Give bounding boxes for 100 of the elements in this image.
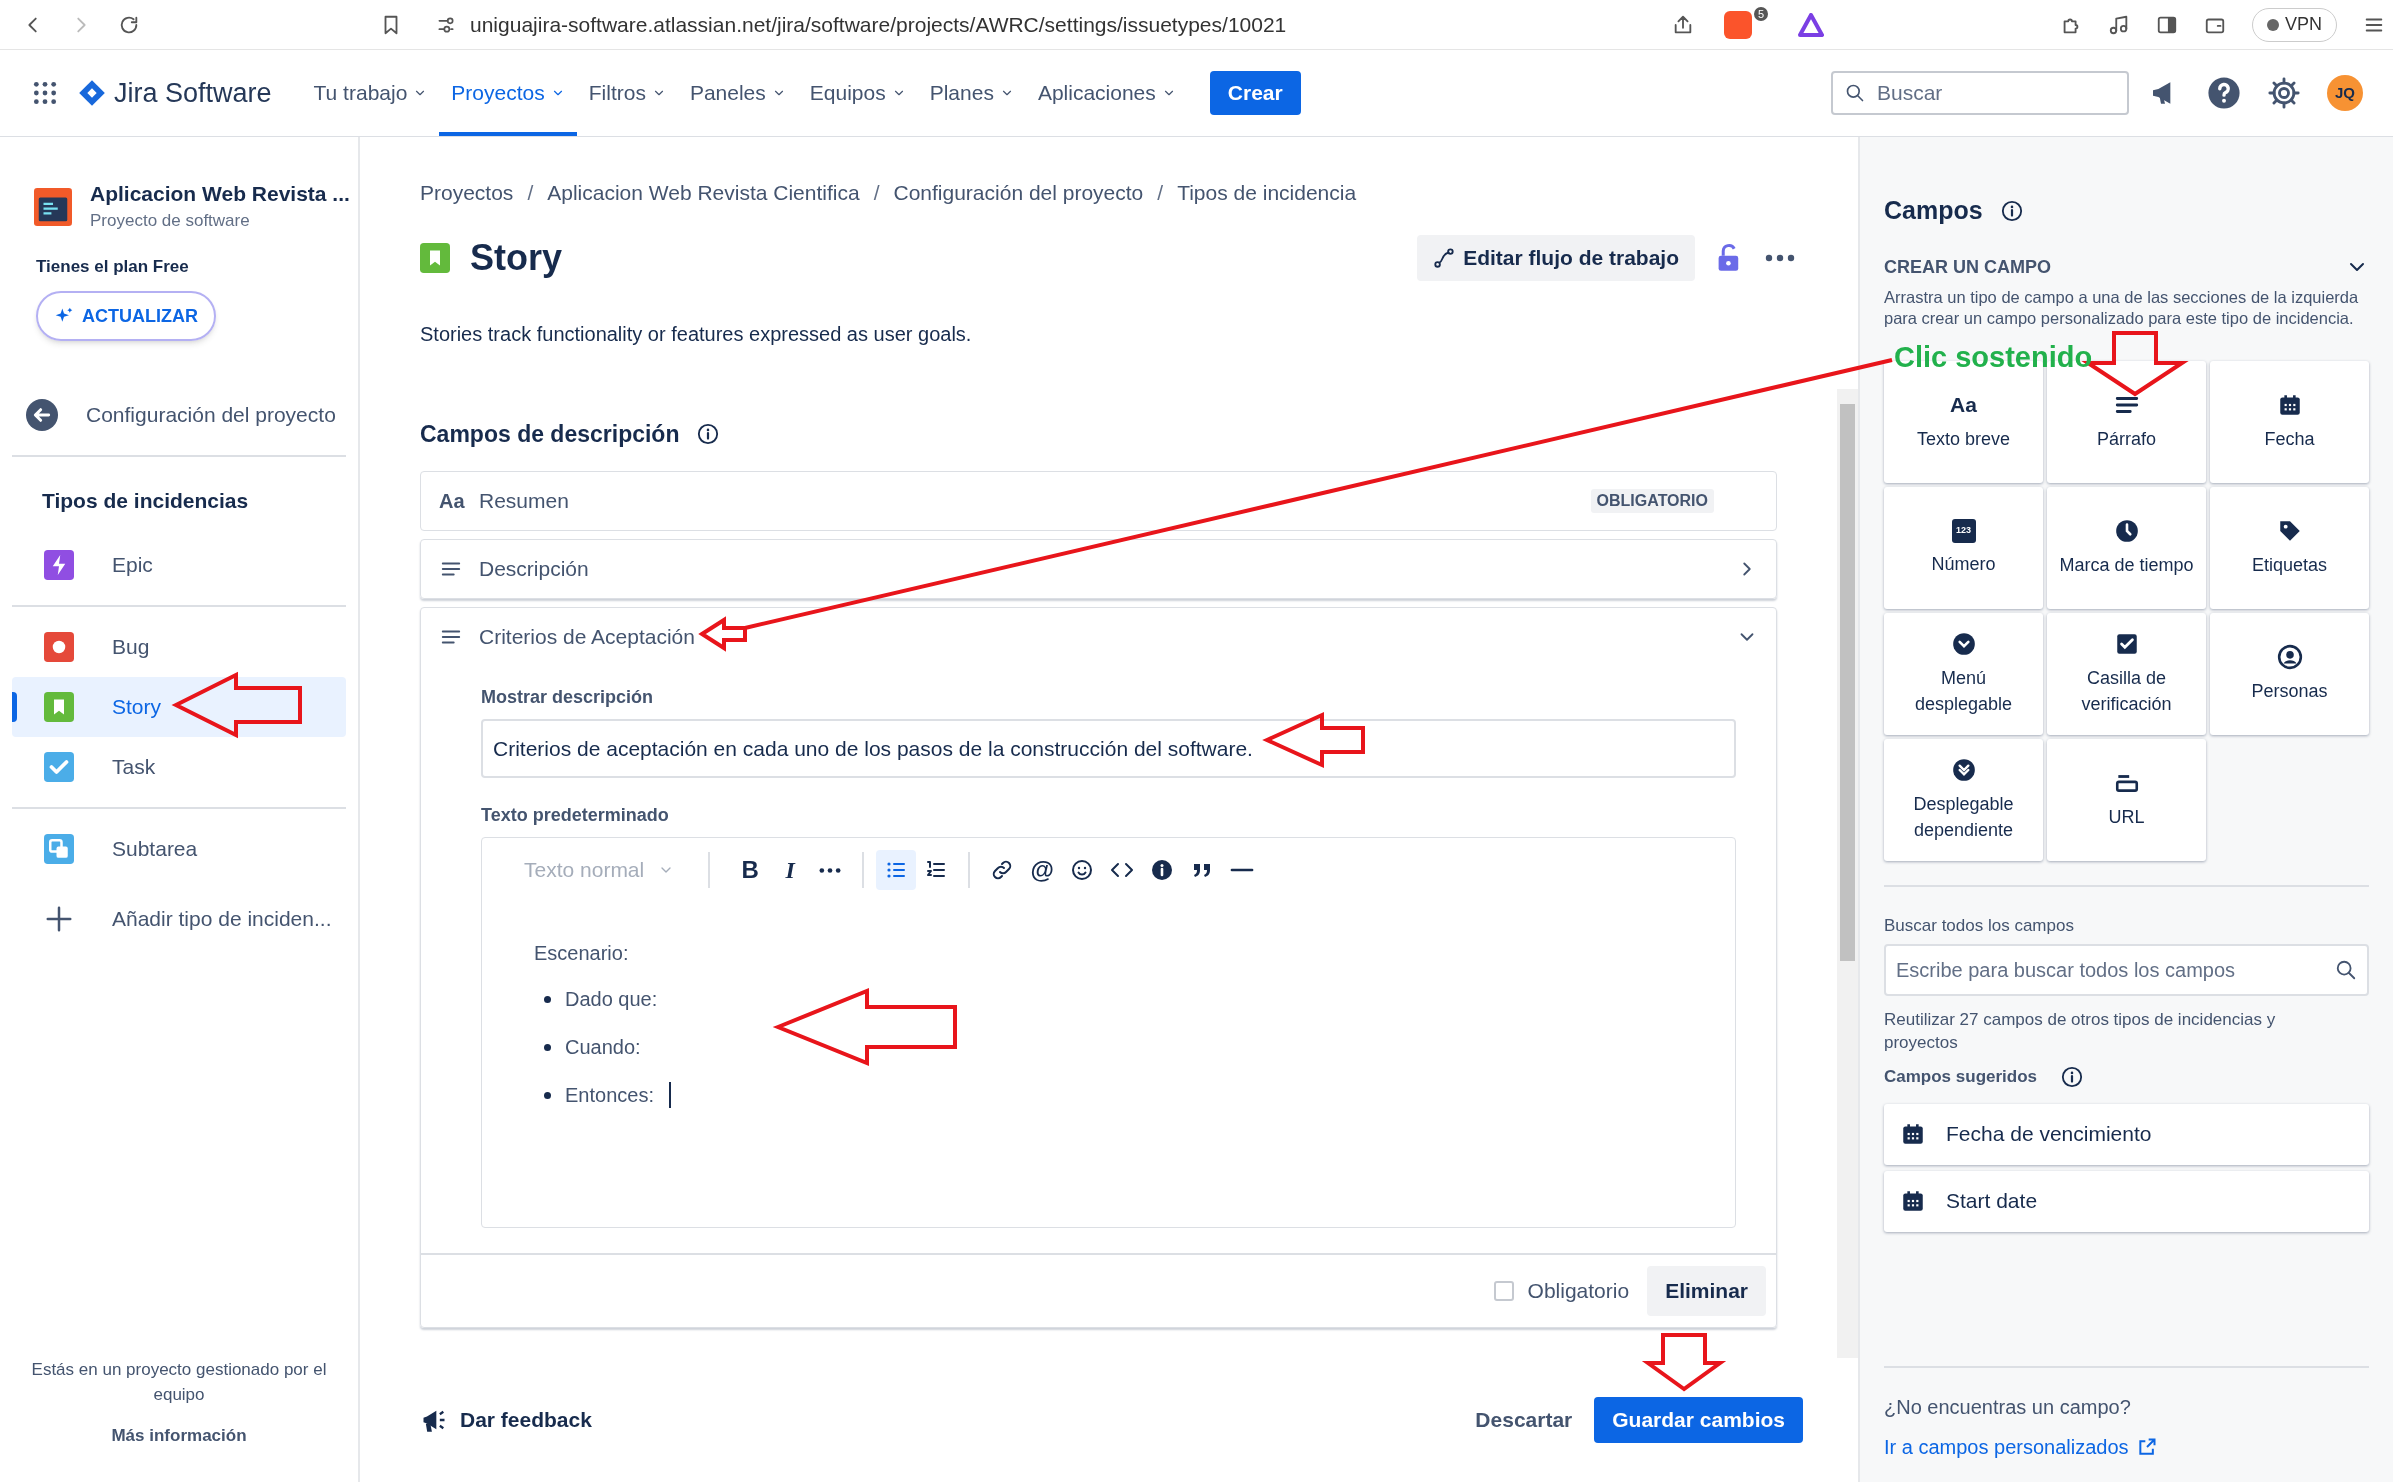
edit-workflow-button[interactable]: Editar flujo de trabajo	[1417, 234, 1695, 281]
nav-menu[interactable]: Proyectos	[439, 50, 577, 136]
scrollbar[interactable]	[1837, 389, 1858, 1358]
add-issue-type-item[interactable]: Añadir tipo de inciden...	[12, 888, 346, 949]
badge: 5	[1753, 6, 1768, 21]
bold-button[interactable]: B	[730, 850, 771, 890]
settings-icon[interactable]	[2267, 76, 2301, 110]
breadcrumb-link[interactable]: Tipos de incidencia	[1177, 177, 1357, 209]
mention-button[interactable]: @	[1022, 850, 1063, 890]
description-field[interactable]: Criterios de aceptación en cada uno de los pasos de la construcción del software.	[481, 719, 1736, 778]
section-heading: Campos sugeridos	[1884, 1066, 2038, 1088]
nav-menu[interactable]: Filtros	[576, 50, 678, 136]
nav-menu[interactable]: Paneles	[677, 50, 798, 136]
field-label: Descripción	[479, 556, 589, 583]
app-switcher-icon[interactable]	[32, 80, 58, 106]
feedback-link[interactable]: Dar feedback	[420, 1404, 592, 1436]
calendar-icon	[1900, 1188, 1926, 1214]
field-type-tile[interactable]: Menú desplegable	[1884, 612, 2043, 735]
search-field[interactable]: Buscar	[1831, 71, 2129, 115]
save-button[interactable]: Guardar cambios	[1594, 1397, 1803, 1443]
selection-indicator	[12, 691, 17, 722]
field-type-tile[interactable]: Fecha	[2210, 360, 2369, 483]
field-type-tile[interactable]: Marca de tiempo	[2047, 486, 2206, 609]
discard-button[interactable]: Descartar	[1465, 1397, 1583, 1443]
bullet-text: Cuando:	[565, 1035, 641, 1060]
issue-type-item[interactable]: Bug	[12, 616, 346, 677]
breadcrumb-link[interactable]: Proyectos	[420, 177, 514, 209]
external-link-icon	[2136, 1437, 2157, 1457]
section-heading: Tipos de incidencias	[42, 488, 250, 514]
dropdown-icon	[1950, 630, 1977, 657]
field-type-tile[interactable]: Desplegable dependiente	[1884, 738, 2043, 861]
breadcrumb-link[interactable]: Configuración del proyecto	[893, 177, 1144, 209]
avatar[interactable]: JQ	[2327, 75, 2363, 111]
breadcrumb-separator: /	[1157, 180, 1164, 206]
breadcrumb-separator: /	[527, 180, 534, 206]
field-caption: Buscar todos los campos	[1884, 914, 2075, 937]
bullet-icon	[544, 1091, 551, 1099]
person-icon	[2276, 643, 2303, 670]
delete-button[interactable]: Eliminar	[1647, 1266, 1766, 1316]
footer-text: Estás en un proyecto gestionado por el equipo	[30, 1358, 328, 1406]
info-icon[interactable]	[2000, 199, 2023, 222]
custom-fields-link[interactable]: Ir a campos personalizados	[1884, 1432, 2369, 1462]
field-type-tile[interactable]: Personas	[2210, 612, 2369, 735]
hint-text: Arrastra un tipo de campo a una de las secciones de la izquierda para crear un campo personalizado para este tipo de incidencia.	[1884, 286, 2360, 329]
issue-type-item[interactable]: Task	[12, 736, 346, 797]
more-icon	[818, 866, 843, 874]
info-icon[interactable]	[697, 422, 720, 445]
nav-menu[interactable]: Tu trabajo	[301, 50, 440, 136]
more-info-link[interactable]: Más información	[111, 1422, 247, 1448]
plan-text: Tienes el plan Free	[36, 255, 190, 278]
triangle-icon[interactable]	[1798, 12, 1824, 37]
text-editor[interactable]: Texto normal B I @ Escenario: Dado que: Cuando: Entonces:	[481, 837, 1736, 1228]
info-icon[interactable]	[2061, 1065, 2084, 1088]
project-name[interactable]: Aplicacion Web Revista ...	[90, 180, 350, 208]
panel-title: Campos	[1884, 195, 1983, 226]
issue-type-item[interactable]: Subtarea	[12, 818, 346, 879]
shield-icon[interactable]	[1723, 10, 1752, 39]
create-button[interactable]: Crear	[1209, 71, 1301, 115]
field-row[interactable]: Aa Resumen OBLIGATORIO	[420, 471, 1777, 531]
upgrade-button[interactable]: ACTUALIZAR	[36, 291, 216, 341]
music-icon[interactable]	[2108, 13, 2130, 36]
suggested-field[interactable]: Fecha de vencimiento	[1884, 1103, 2369, 1165]
breadcrumb-separator: /	[873, 180, 880, 206]
field-caption: Texto predeterminado	[481, 804, 670, 827]
field-type-tile[interactable]: Etiquetas	[2210, 486, 2369, 609]
field-type-tile[interactable]: URL	[2047, 738, 2206, 861]
nav-menu[interactable]: Aplicaciones	[1025, 50, 1188, 136]
field-type-tile[interactable]: 123 Número	[1884, 486, 2043, 609]
address-bar[interactable]: uniguajira-software.atlassian.net/jira/software/projects/AWRC/settings/issuetypes/10021 5	[420, 4, 1840, 45]
text-type-icon: Aa	[1950, 391, 1977, 418]
product-name[interactable]: Jira Software	[114, 72, 272, 114]
calendar-icon	[1900, 1121, 1926, 1147]
double-chevron-icon	[1950, 756, 1977, 783]
issue-type-item[interactable]: Epic	[12, 534, 346, 595]
section-heading: CREAR UN CAMPO	[1884, 255, 2051, 279]
field-row[interactable]: Descripción	[420, 539, 1777, 599]
suggested-field[interactable]: Start date	[1884, 1170, 2369, 1232]
search-icon	[1845, 83, 1865, 103]
text-type-icon: Aa	[439, 486, 463, 516]
help-icon[interactable]	[2207, 76, 2241, 110]
bullet-text: Entonces:	[565, 1083, 654, 1108]
nav-menu[interactable]: Equipos	[797, 50, 918, 136]
more-icon[interactable]	[1765, 252, 1795, 263]
checkbox[interactable]	[1493, 1281, 1514, 1301]
back-link[interactable]: Configuración del proyecto	[12, 385, 346, 445]
breadcrumb-link[interactable]: Aplicacion Web Revista Cientifica	[547, 177, 860, 209]
logo-icon[interactable]	[78, 79, 106, 107]
reuse-text: Reutilizar 27 campos de otros tipos de incidencias y proyectos	[1884, 1009, 2277, 1054]
nav-menu[interactable]: Planes	[917, 50, 1026, 136]
project-type: Proyecto de software	[90, 210, 251, 232]
field-type-tile[interactable]: Casilla de verificación	[2047, 612, 2206, 735]
emoji-icon	[1070, 858, 1095, 882]
project-avatar-icon[interactable]	[34, 187, 72, 226]
search-field[interactable]: Escribe para buscar todos los campos	[1884, 944, 2369, 996]
story-type-icon	[420, 242, 450, 273]
issue-type-item[interactable]: Story	[12, 676, 346, 737]
bullet-list-button[interactable]	[876, 850, 917, 890]
number-icon: 123	[1951, 518, 1976, 543]
italic-button[interactable]: I	[770, 850, 811, 890]
editor-text: Escenario:	[534, 941, 630, 966]
